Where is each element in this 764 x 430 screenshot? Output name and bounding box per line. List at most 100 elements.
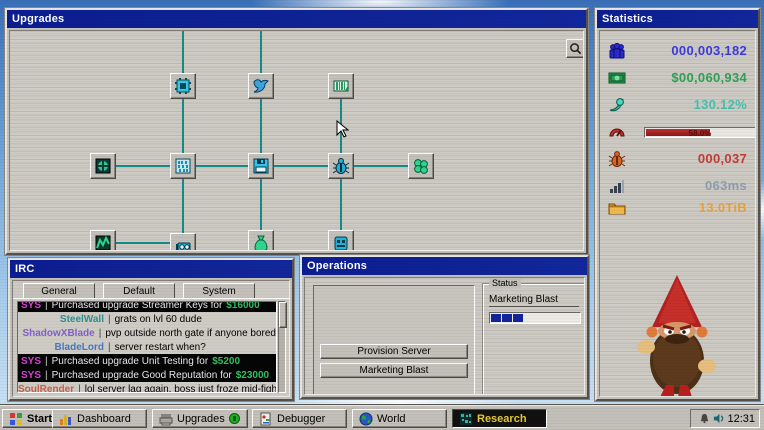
marketing-blast-button[interactable]: Marketing Blast bbox=[320, 363, 468, 378]
separator: | bbox=[104, 314, 115, 325]
fan-icon bbox=[412, 157, 430, 175]
taskbar-button-debugger[interactable]: Debugger bbox=[252, 409, 347, 428]
sys-amount: $5200 bbox=[208, 356, 240, 367]
upgrade-node-chart[interactable] bbox=[90, 230, 116, 251]
operations-title: Operations bbox=[307, 260, 367, 272]
upgrade-node-floppy[interactable] bbox=[248, 153, 274, 179]
tab-general[interactable]: General bbox=[23, 283, 95, 298]
stat-storage-value: 13.0TiB bbox=[699, 200, 747, 215]
chat-text: server restart when? bbox=[115, 342, 206, 353]
taskbar-button-world[interactable]: World bbox=[352, 409, 447, 428]
notification-badge-icon bbox=[229, 413, 240, 424]
sys-amount: $16000 bbox=[222, 301, 259, 311]
sys-amount: $23000 bbox=[232, 370, 269, 381]
speaker-icon[interactable] bbox=[713, 413, 724, 424]
irc-message-chat: SoulRender|lol server lag again, boss ju… bbox=[18, 382, 276, 393]
tree-line-vertical bbox=[260, 31, 262, 243]
irc-message-sys: SYS|Purchased upgrade Unit Testing for$5… bbox=[18, 354, 276, 368]
provision-server-button[interactable]: Provision Server bbox=[320, 344, 468, 359]
research-grid-icon bbox=[459, 412, 473, 426]
sys-prefix: SYS bbox=[18, 301, 41, 311]
upgrade-node-barcode[interactable] bbox=[328, 73, 354, 99]
chat-text: lol server lag again, boss just froze mi… bbox=[85, 384, 277, 394]
upgrade-node-binary[interactable] bbox=[170, 153, 196, 179]
cpu-progress-label: 58.0% bbox=[645, 129, 755, 138]
upgrades-title: Upgrades bbox=[12, 13, 64, 25]
tab-divider bbox=[13, 298, 289, 299]
bug-count-icon bbox=[608, 150, 626, 168]
gauge-icon bbox=[608, 123, 626, 141]
robot-icon bbox=[332, 234, 350, 251]
debug-doc-icon bbox=[259, 412, 273, 426]
sys-prefix: SYS bbox=[18, 370, 41, 381]
sys-prefix: SYS bbox=[18, 356, 41, 367]
chat-nick: BladeLord bbox=[18, 342, 104, 353]
taskbar: Start Dashboard Upgrades Debugger World … bbox=[0, 405, 764, 430]
irc-window: IRC General Default System SYS|Purchased… bbox=[8, 258, 294, 401]
upgrade-node-robot[interactable] bbox=[328, 230, 354, 251]
binary-icon bbox=[174, 157, 192, 175]
stat-row-cpu: 58.0% bbox=[600, 122, 755, 142]
status-groupbox: Status Marketing Blast bbox=[482, 283, 585, 395]
money-icon bbox=[608, 69, 626, 87]
taskbar-button-dashboard[interactable]: Dashboard bbox=[52, 409, 147, 428]
irc-message-list[interactable]: SYS|Purchased upgrade Streamer Keys for$… bbox=[17, 301, 277, 393]
separator: | bbox=[41, 370, 52, 381]
magnifier-icon bbox=[569, 42, 582, 55]
upgrade-node-moneybag[interactable] bbox=[248, 230, 274, 251]
cpu-progress-bar: 58.0% bbox=[644, 127, 756, 138]
bell-icon bbox=[699, 413, 710, 424]
start-button[interactable]: Start bbox=[2, 409, 59, 428]
zoom-button[interactable] bbox=[566, 39, 584, 58]
status-task-label: Marketing Blast bbox=[489, 294, 579, 307]
separator: | bbox=[104, 342, 115, 353]
upgrade-node-twitter[interactable] bbox=[248, 73, 274, 99]
money-bag-icon bbox=[252, 234, 270, 251]
irc-titlebar[interactable]: IRC bbox=[10, 260, 292, 278]
stat-row-money: $00,060,934 bbox=[600, 68, 755, 88]
stat-row-storage: 13.0TiB bbox=[600, 198, 755, 218]
sys-text: Purchased upgrade Streamer Keys for bbox=[52, 301, 223, 311]
gnome-mascot bbox=[630, 273, 725, 397]
twitter-bird-icon bbox=[252, 77, 270, 95]
statistics-body: 000,003,182 $00,060,934 130.12% 58.0% 00… bbox=[599, 30, 756, 397]
upgrade-node-bug[interactable] bbox=[328, 153, 354, 179]
vault-icon bbox=[94, 157, 112, 175]
stat-bugs-value: 000,037 bbox=[698, 151, 747, 166]
taskbar-button-upgrades[interactable]: Upgrades bbox=[152, 409, 248, 428]
stat-row-bugs: 000,037 bbox=[600, 149, 755, 169]
taskbar-label: World bbox=[377, 413, 406, 425]
operations-titlebar[interactable]: Operations bbox=[302, 257, 587, 275]
irc-scrollbar-thumb[interactable] bbox=[279, 302, 287, 328]
operations-window: Operations Provision Server Marketing Bl… bbox=[300, 255, 589, 399]
upgrade-node-camera[interactable] bbox=[170, 233, 196, 251]
upgrade-node-chip[interactable] bbox=[170, 73, 196, 99]
clock: 12:31 bbox=[727, 413, 755, 425]
chat-text: grats on lvl 60 dude bbox=[115, 314, 202, 325]
statistics-titlebar[interactable]: Statistics bbox=[597, 10, 758, 28]
irc-message-sys: SYS|Purchased upgrade Good Reputation fo… bbox=[18, 368, 276, 382]
floppy-disk-icon bbox=[252, 157, 270, 175]
operations-body: Provision Server Marketing Blast Status … bbox=[304, 277, 585, 395]
mouse-cursor bbox=[336, 120, 349, 139]
statistics-window: Statistics 000,003,182 $00,060,934 130.1… bbox=[595, 8, 760, 401]
upgrade-node-fan[interactable] bbox=[408, 153, 434, 179]
tab-system[interactable]: System bbox=[183, 283, 255, 298]
tab-default[interactable]: Default bbox=[103, 283, 175, 298]
status-group-label: Status bbox=[489, 278, 521, 288]
start-logo-icon bbox=[9, 412, 23, 426]
upgrade-node-vault[interactable] bbox=[90, 153, 116, 179]
bug-icon bbox=[332, 157, 350, 175]
irc-scrollbar[interactable] bbox=[278, 301, 286, 393]
sys-text: Purchased upgrade Good Reputation for bbox=[52, 370, 232, 381]
users-icon bbox=[608, 42, 626, 60]
upgrades-titlebar[interactable]: Upgrades bbox=[7, 10, 586, 28]
taskbar-label: Debugger bbox=[277, 413, 325, 425]
irc-title: IRC bbox=[15, 263, 35, 275]
barcode-icon bbox=[332, 77, 350, 95]
taskbar-button-research[interactable]: Research bbox=[452, 409, 547, 428]
tree-line-vertical bbox=[182, 31, 184, 246]
operations-button-panel: Provision Server Marketing Blast bbox=[313, 285, 475, 395]
separator: | bbox=[95, 328, 106, 339]
irc-message-chat: ShadowXBlade|pvp outside north gate if a… bbox=[18, 326, 276, 340]
